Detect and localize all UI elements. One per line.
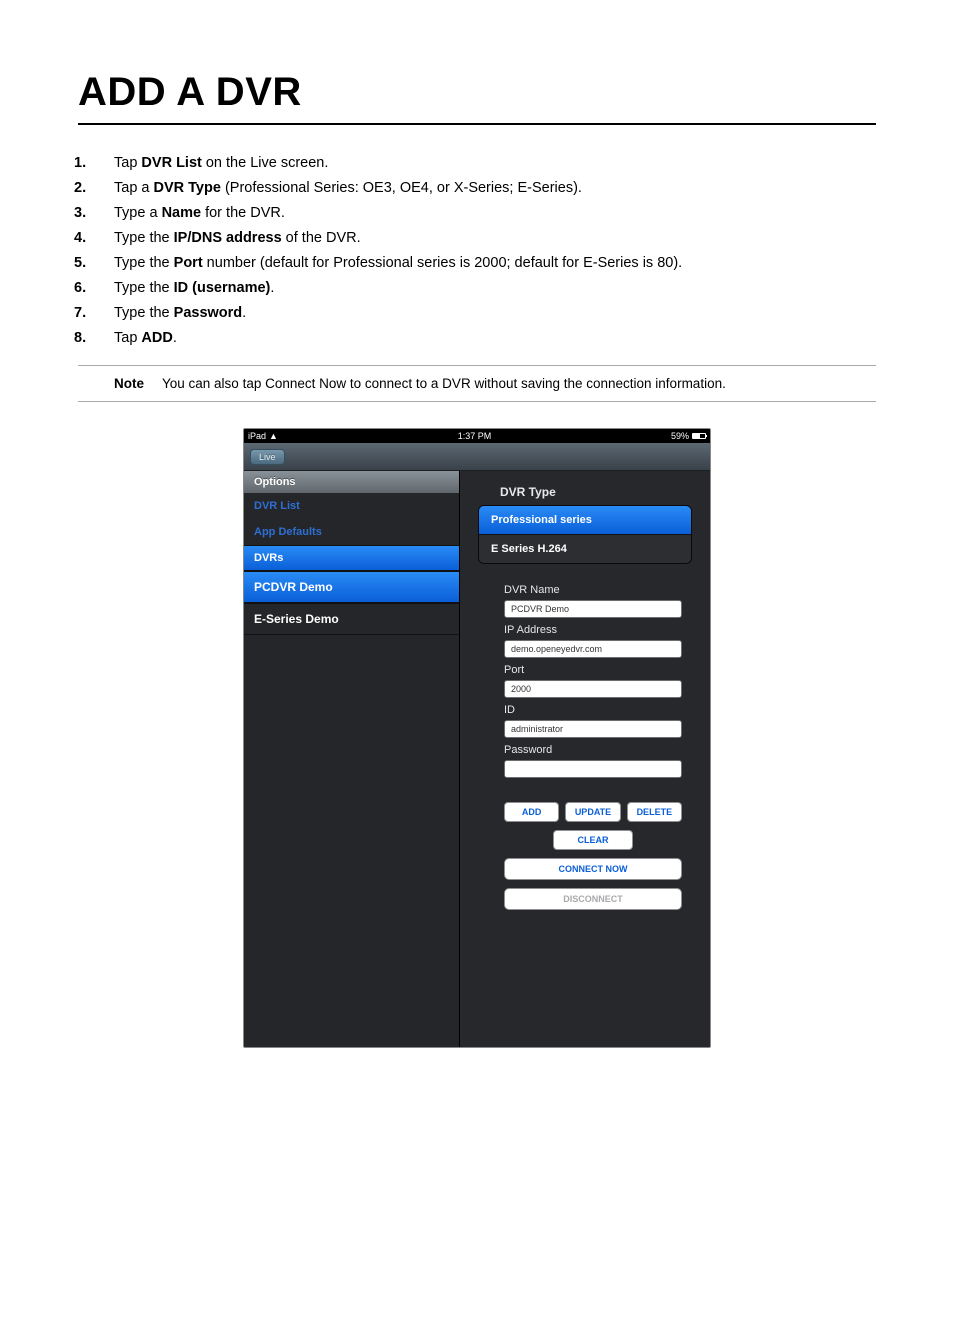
- sidebar-item-pcdvr-demo[interactable]: PCDVR Demo: [244, 571, 459, 603]
- device-label: iPad: [248, 431, 266, 441]
- instruction-steps: 1.Tap DVR List on the Live screen. 2.Tap…: [78, 153, 876, 349]
- step-3: 3.Type a Name for the DVR.: [78, 203, 876, 224]
- dvr-type-list: Professional series E Series H.264: [478, 505, 692, 564]
- clear-row: CLEAR: [504, 830, 682, 850]
- sidebar-dvr-list[interactable]: DVR List: [244, 493, 459, 519]
- password-input[interactable]: [504, 760, 682, 778]
- sidebar: Options DVR List App Defaults DVRs PCDVR…: [244, 471, 460, 1047]
- wifi-icon: ▲: [269, 431, 278, 441]
- page-title: ADD A DVR: [78, 70, 876, 125]
- dvr-name-label: DVR Name: [504, 584, 682, 596]
- connect-now-button[interactable]: CONNECT NOW: [504, 858, 682, 880]
- add-button[interactable]: ADD: [504, 802, 559, 822]
- step-1: 1.Tap DVR List on the Live screen.: [78, 153, 876, 174]
- step-4: 4.Type the IP/DNS address of the DVR.: [78, 228, 876, 249]
- type-e-series-h264[interactable]: E Series H.264: [479, 534, 691, 563]
- battery-percent: 59%: [671, 431, 689, 441]
- disconnect-button[interactable]: DISCONNECT: [504, 888, 682, 910]
- sidebar-options-header: Options: [244, 471, 459, 493]
- clear-button[interactable]: CLEAR: [553, 830, 633, 850]
- battery-icon: [692, 433, 706, 439]
- port-label: Port: [504, 664, 682, 676]
- step-8: 8.Tap ADD.: [78, 328, 876, 349]
- status-time: 1:37 PM: [458, 431, 492, 441]
- nav-bar: Live: [244, 443, 710, 471]
- step-2: 2.Tap a DVR Type (Professional Series: O…: [78, 178, 876, 199]
- note-label: Note: [114, 376, 144, 391]
- sidebar-dvrs-header: DVRs: [244, 545, 459, 571]
- step-5: 5.Type the Port number (default for Prof…: [78, 253, 876, 274]
- type-professional-series[interactable]: Professional series: [479, 506, 691, 534]
- note-block: Note You can also tap Connect Now to con…: [78, 365, 876, 402]
- port-input[interactable]: [504, 680, 682, 698]
- step-6: 6.Type the ID (username).: [78, 278, 876, 299]
- password-label: Password: [504, 744, 682, 756]
- status-bar: iPad ▲ 1:37 PM 59%: [244, 429, 710, 443]
- ipad-screenshot: iPad ▲ 1:37 PM 59% Live Options DVR List…: [243, 428, 711, 1048]
- content-pane: DVR Type Professional series E Series H.…: [460, 471, 710, 1047]
- sidebar-app-defaults[interactable]: App Defaults: [244, 519, 459, 545]
- ip-address-input[interactable]: [504, 640, 682, 658]
- live-button[interactable]: Live: [250, 449, 285, 465]
- id-input[interactable]: [504, 720, 682, 738]
- id-label: ID: [504, 704, 682, 716]
- dvr-form: DVR Name IP Address Port ID Password ADD…: [460, 564, 710, 918]
- dvr-type-title: DVR Type: [460, 471, 710, 505]
- step-7: 7.Type the Password.: [78, 303, 876, 324]
- dvr-name-input[interactable]: [504, 600, 682, 618]
- ip-address-label: IP Address: [504, 624, 682, 636]
- sidebar-item-eseries-demo[interactable]: E-Series Demo: [244, 603, 459, 635]
- note-text: You can also tap Connect Now to connect …: [162, 376, 876, 391]
- update-button[interactable]: UPDATE: [565, 802, 620, 822]
- delete-button[interactable]: DELETE: [627, 802, 682, 822]
- button-row-primary: ADD UPDATE DELETE: [504, 802, 682, 822]
